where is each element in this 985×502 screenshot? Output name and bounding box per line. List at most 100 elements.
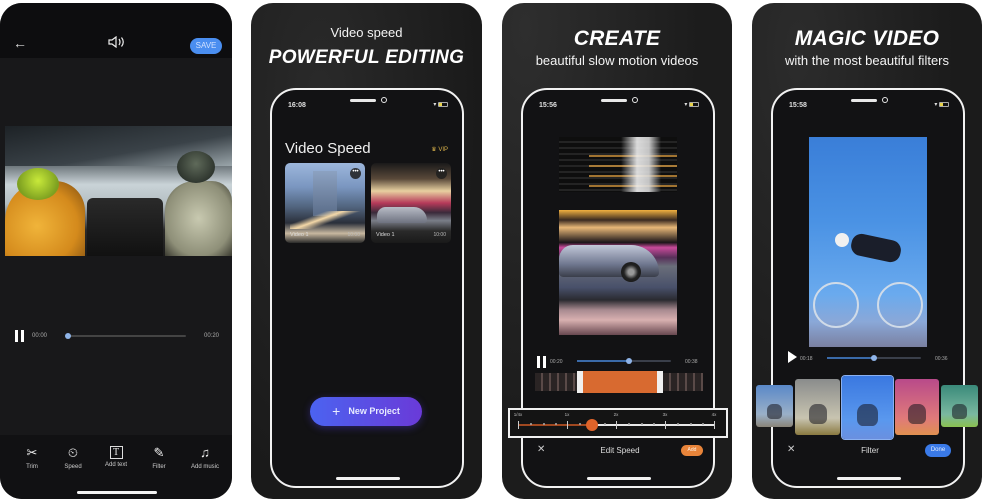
headline-small: with the most beautiful filters	[784, 53, 950, 68]
tool-add-music[interactable]: ♫ Add music	[182, 445, 228, 470]
more-icon[interactable]: •••	[350, 168, 361, 179]
speed-minor-tick	[640, 423, 643, 425]
speed-tick-label: 1/4x	[513, 412, 523, 417]
progress-knob[interactable]	[871, 355, 877, 361]
battery-icon	[689, 101, 699, 107]
card-label: Video 1	[290, 232, 309, 238]
promo-panel-filters: MAGIC VIDEO with the most beautiful filt…	[752, 3, 982, 499]
helmet-left	[17, 168, 59, 200]
back-arrow-icon[interactable]: ←	[13, 35, 27, 51]
speed-minor-tick	[603, 423, 606, 425]
speed-tick	[567, 421, 568, 429]
playback-controls: 00:18 00:36	[773, 349, 963, 365]
speed-tick	[518, 421, 519, 429]
tool-filter[interactable]: ✎ Filter	[136, 445, 182, 470]
status-icons: ▾	[934, 101, 949, 108]
tool-label: Add music	[190, 464, 219, 470]
home-indicator	[587, 477, 651, 480]
magic-wand-icon: ✎	[153, 445, 165, 460]
progress-fill	[577, 360, 629, 362]
speed-track[interactable]: 1/4x 1x 2x 3x 4x	[514, 412, 716, 431]
edit-toolbar: ✂ Trim ⏲ Speed T Add text ✎ Filter ♫ Add…	[0, 435, 232, 499]
progress-track[interactable]	[827, 355, 921, 361]
done-button[interactable]: Done	[925, 444, 951, 457]
video-frame-blur	[559, 137, 677, 192]
filter-cool[interactable]	[756, 385, 793, 427]
editor-panel: ← SAVE 00:00 00:20 ✂ Trim ⏲ Speed T Add …	[0, 3, 232, 499]
filter-original[interactable]	[842, 376, 893, 439]
battery-icon	[939, 101, 949, 107]
headline-big: MAGIC VIDEO	[794, 27, 940, 50]
pause-icon[interactable]	[15, 330, 25, 342]
progress-track[interactable]	[577, 358, 671, 364]
notch-speaker	[851, 99, 877, 102]
new-project-label: New Project	[348, 406, 400, 416]
filter-teal[interactable]	[941, 385, 978, 427]
phone-mockup: 16:08 ▾ Video Speed ♛ VIP ••• Video 1 10…	[270, 88, 464, 488]
new-project-button[interactable]: + New Project	[310, 397, 422, 426]
clip-selection[interactable]	[577, 371, 663, 393]
bike-wheel	[813, 282, 859, 328]
speed-minor-tick	[677, 423, 680, 425]
headline-big: CREATE	[573, 27, 661, 50]
video-card[interactable]: ••• Video 1 10:00	[285, 163, 365, 243]
vip-badge[interactable]: ♛ VIP	[431, 146, 448, 153]
scissors-icon: ✂	[26, 445, 38, 460]
top-bar: ← SAVE	[0, 3, 232, 58]
video-preview[interactable]	[809, 137, 927, 347]
video-card[interactable]: ••• Video 1 10:00	[371, 163, 451, 243]
tool-trim[interactable]: ✂ Trim	[9, 445, 55, 470]
progress-knob[interactable]	[625, 358, 632, 364]
speed-minor-tick	[628, 423, 631, 425]
plus-icon: +	[332, 403, 341, 419]
filter-vintage[interactable]	[795, 379, 840, 435]
more-icon[interactable]: •••	[436, 168, 447, 179]
video-preview[interactable]	[559, 210, 677, 335]
speed-tick-label: 3x	[662, 412, 668, 417]
car	[559, 245, 659, 277]
play-icon[interactable]	[787, 351, 797, 363]
add-button[interactable]: Add	[681, 445, 703, 456]
volume-icon[interactable]	[108, 36, 126, 48]
edit-speed-bar: ✕ Edit Speed Add	[523, 442, 713, 462]
speed-tick	[616, 421, 617, 429]
notch-speaker	[350, 99, 376, 102]
pause-icon[interactable]	[537, 356, 547, 368]
tool-label: Filter	[152, 464, 166, 470]
music-note-icon: ♫	[200, 445, 210, 460]
progress-track[interactable]	[65, 333, 186, 339]
speed-tick	[714, 421, 715, 429]
total-time: 00:36	[935, 356, 948, 362]
video-preview[interactable]	[5, 126, 232, 256]
headline-small: beautiful slow motion videos	[535, 53, 699, 68]
cyclist-helmet	[835, 233, 849, 247]
wheel	[621, 262, 641, 282]
speed-selector: 1/4x 1x 2x 3x 4x	[508, 408, 728, 438]
headline-big: POWERFUL EDITING	[268, 47, 465, 68]
speed-minor-tick	[554, 423, 557, 425]
notch-camera	[381, 97, 387, 103]
speed-tick-label: 4x	[711, 412, 717, 417]
status-icons: ▾	[433, 101, 448, 108]
current-time: 00:18	[800, 356, 813, 362]
current-time: 00:20	[550, 359, 563, 365]
tool-speed[interactable]: ⏲ Speed	[50, 445, 96, 470]
light-trails	[290, 211, 360, 229]
home-indicator	[837, 477, 901, 480]
speed-tick-label: 1x	[564, 412, 570, 417]
current-time: 00:00	[32, 333, 48, 339]
tool-add-text[interactable]: T Add text	[93, 445, 139, 468]
status-time: 15:56	[539, 102, 557, 109]
tool-label: Speed	[64, 464, 82, 470]
home-indicator	[77, 491, 157, 494]
promo-panel-editing: Video speed POWERFUL EDITING 16:08 ▾ Vid…	[251, 3, 482, 499]
card-duration: 10:00	[347, 232, 360, 238]
progress-knob[interactable]	[65, 333, 71, 339]
filter-rose[interactable]	[895, 379, 939, 435]
filter-bar: ✕ Filter Done	[773, 442, 963, 462]
speed-knob[interactable]	[586, 419, 599, 431]
speed-timer-icon: ⏲	[67, 445, 79, 460]
save-button[interactable]: SAVE	[190, 38, 222, 54]
speed-minor-tick	[689, 423, 692, 425]
notch-speaker	[601, 99, 627, 102]
